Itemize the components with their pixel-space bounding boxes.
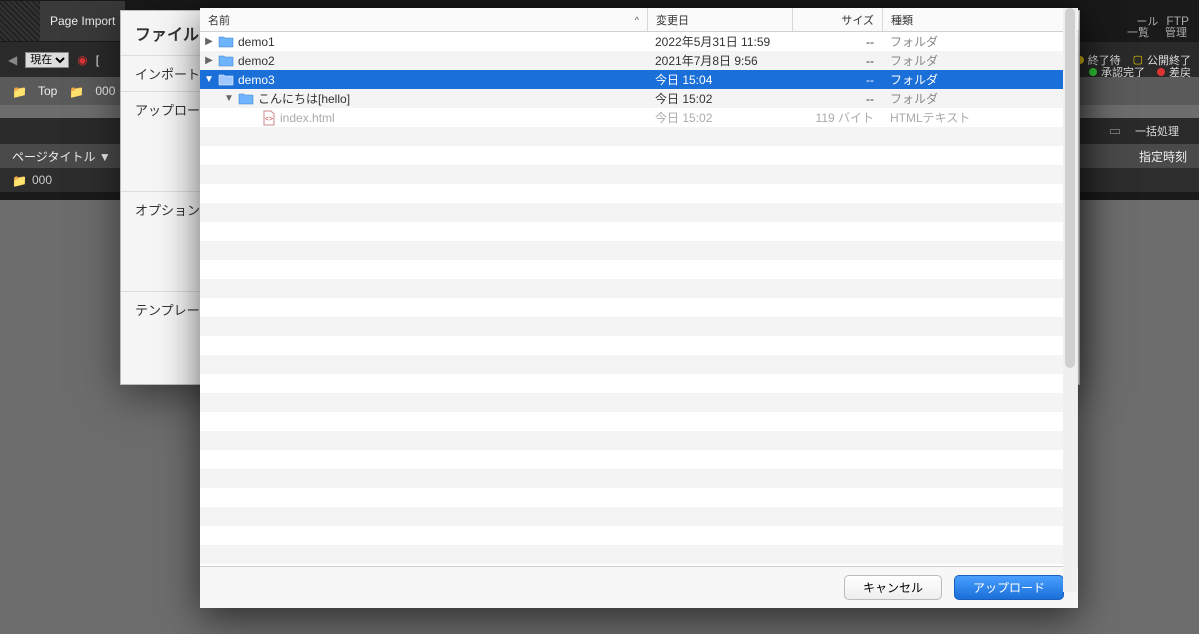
cancel-button[interactable]: キャンセル (844, 575, 942, 600)
sort-ascending-icon: ^ (635, 15, 639, 25)
disclosure-right-icon[interactable]: ▶ (204, 36, 214, 47)
column-header-size[interactable]: サイズ (793, 8, 883, 31)
upload-button[interactable]: アップロード (954, 575, 1064, 600)
folder-icon: 📁 (69, 85, 83, 97)
file-dialog-footer: キャンセル アップロード (200, 566, 1078, 608)
row-000-label: 000 (32, 173, 52, 187)
file-size: -- (792, 73, 882, 87)
file-kind: HTMLテキスト (882, 109, 1077, 126)
disclosure-right-icon[interactable]: ▶ (204, 55, 214, 66)
file-kind: フォルダ (882, 33, 1077, 50)
file-name: こんにちは[hello] (258, 90, 350, 107)
file-dialog-header: 名前 ^ 変更日 サイズ 種類 (200, 8, 1078, 32)
batch-icon: ▭ (1109, 123, 1121, 139)
scheduled-label: 指定時刻 (1139, 148, 1187, 165)
file-name: index.html (280, 111, 335, 125)
file-size: -- (792, 92, 882, 106)
manage-link[interactable]: 管理 (1165, 24, 1187, 40)
file-row[interactable]: ▼ demo3 今日 15:04--フォルダ (200, 70, 1077, 89)
disclosure-down-icon[interactable]: ▼ (204, 74, 214, 85)
app-logo (0, 1, 40, 41)
file-size: -- (792, 35, 882, 49)
folder-icon (218, 73, 234, 86)
pagetitle-sort[interactable]: ページタイトル ▼ (12, 148, 111, 165)
file-date: 2021年7月8日 9:56 (647, 52, 792, 69)
column-header-kind[interactable]: 種類 (883, 8, 1078, 31)
scrollbar-thumb[interactable] (1065, 8, 1075, 368)
time-select[interactable]: 現在 (25, 52, 69, 68)
file-name: demo1 (238, 35, 275, 49)
folder-icon: 📁 (12, 174, 26, 186)
scrollbar[interactable] (1063, 8, 1077, 592)
batch-button[interactable]: 一括処理 (1127, 121, 1187, 141)
file-row[interactable]: ▶ demo2 2021年7月8日 9:56--フォルダ (200, 51, 1077, 70)
folder-icon (218, 54, 234, 67)
breadcrumb-top[interactable]: Top (38, 84, 57, 98)
nav-back-icon[interactable]: ◀ (8, 53, 17, 67)
file-kind: フォルダ (882, 52, 1077, 69)
breadcrumb-code[interactable]: 000 (95, 84, 115, 98)
folder-icon (238, 92, 254, 105)
file-row[interactable]: <> index.html 今日 15:02119 バイトHTMLテキスト (200, 108, 1077, 127)
file-name: demo2 (238, 54, 275, 68)
file-date: 今日 15:02 (647, 90, 792, 107)
file-dialog: 名前 ^ 変更日 サイズ 種類 ▶demo12022年5月31日 11:59--… (200, 8, 1078, 608)
record-icon[interactable]: ◉ (77, 53, 87, 67)
file-size: 119 バイト (792, 109, 882, 126)
file-row[interactable]: ▶ demo1 2022年5月31日 11:59--フォルダ (200, 32, 1077, 51)
file-date: 今日 15:04 (647, 71, 792, 88)
file-name: demo3 (238, 73, 275, 87)
file-icon: <> (262, 110, 276, 126)
svg-text:<>: <> (265, 116, 273, 123)
file-kind: フォルダ (882, 71, 1077, 88)
page-title-tab[interactable]: Page Import (40, 1, 125, 41)
file-row[interactable]: ▼ こんにちは[hello] 今日 15:02--フォルダ (200, 89, 1077, 108)
folder-icon (218, 35, 234, 48)
file-list[interactable]: ▶demo12022年5月31日 11:59--フォルダ▶demo22021年7… (200, 32, 1078, 566)
file-kind: フォルダ (882, 90, 1077, 107)
disclosure-down-icon[interactable]: ▼ (224, 93, 234, 104)
folder-icon: 📁 (12, 85, 26, 97)
file-size: -- (792, 54, 882, 68)
list-link[interactable]: 一覧 (1127, 24, 1149, 40)
column-header-date[interactable]: 変更日 (648, 8, 793, 31)
file-date: 2022年5月31日 11:59 (647, 33, 792, 50)
file-date: 今日 15:02 (647, 109, 792, 126)
column-header-name[interactable]: 名前 ^ (200, 8, 648, 31)
